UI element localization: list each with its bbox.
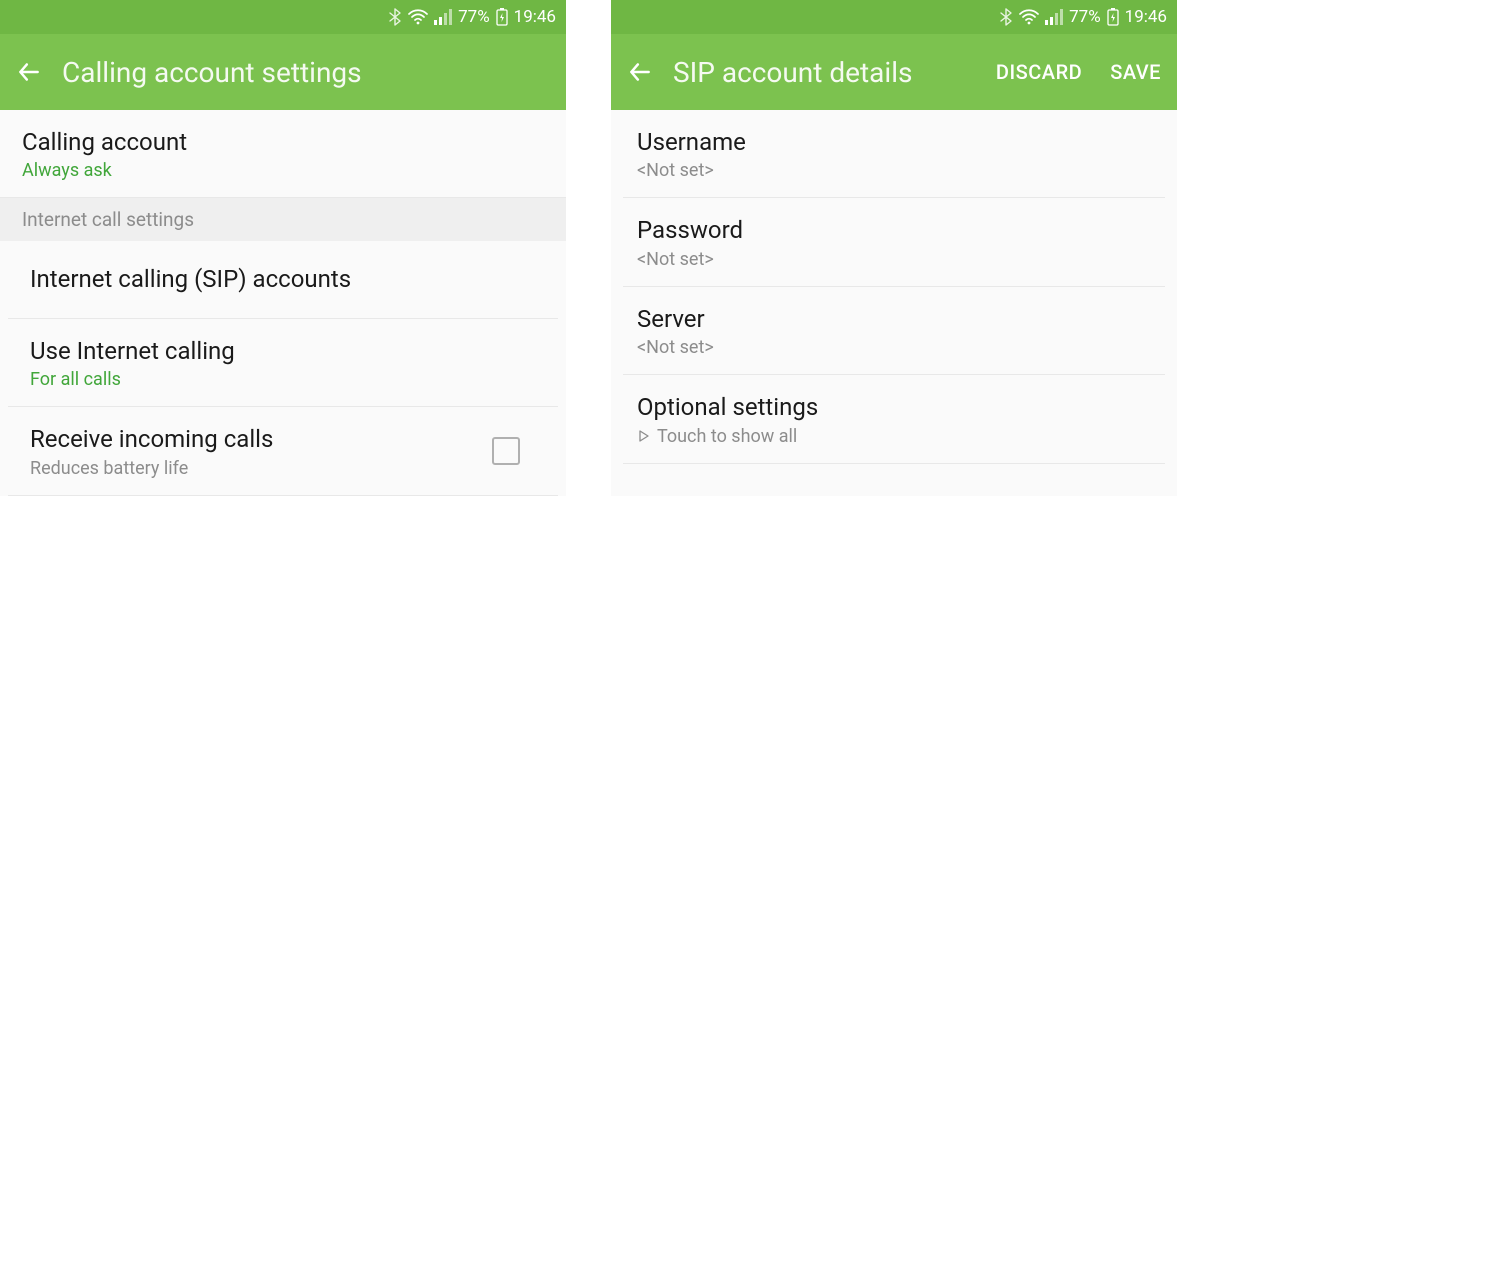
item-label: Receive incoming calls xyxy=(30,423,492,455)
wifi-icon xyxy=(1019,9,1039,25)
clock: 19:46 xyxy=(514,7,556,27)
screen-sip-account-details: 77% 19:46 SIP account details DISCARD SA… xyxy=(611,0,1177,496)
field-label: Server xyxy=(637,303,1151,335)
signal-icon xyxy=(434,9,452,25)
field-label: Password xyxy=(637,214,1151,246)
settings-list: Calling account Always ask Internet call… xyxy=(0,110,566,496)
clock: 19:46 xyxy=(1125,7,1167,27)
bluetooth-icon xyxy=(999,8,1013,26)
save-button[interactable]: SAVE xyxy=(1110,60,1161,84)
optional-sub-text: Touch to show all xyxy=(657,426,797,447)
status-bar: 77% 19:46 xyxy=(0,0,566,34)
item-label: Calling account xyxy=(22,126,544,158)
field-label: Optional settings xyxy=(637,391,1151,423)
item-value: For all calls xyxy=(30,369,536,390)
battery-percent: 77% xyxy=(1069,7,1101,27)
back-button[interactable] xyxy=(16,59,42,85)
field-password[interactable]: Password <Not set> xyxy=(623,198,1165,286)
item-sub: Reduces battery life xyxy=(30,458,492,479)
field-username[interactable]: Username <Not set> xyxy=(623,110,1165,198)
field-sub: Touch to show all xyxy=(637,426,1151,447)
sip-form: Username <Not set> Password <Not set> Se… xyxy=(611,110,1177,496)
item-sip-accounts[interactable]: Internet calling (SIP) accounts xyxy=(8,241,558,318)
receive-incoming-checkbox[interactable] xyxy=(492,437,520,465)
discard-button[interactable]: DISCARD xyxy=(996,60,1082,84)
field-label: Username xyxy=(637,126,1151,158)
field-server[interactable]: Server <Not set> xyxy=(623,287,1165,375)
signal-icon xyxy=(1045,9,1063,25)
battery-charging-icon xyxy=(1107,8,1119,26)
app-bar: Calling account settings xyxy=(0,34,566,110)
field-value: <Not set> xyxy=(637,337,1151,358)
item-receive-incoming[interactable]: Receive incoming calls Reduces battery l… xyxy=(8,407,558,495)
battery-percent: 77% xyxy=(458,7,490,27)
field-value: <Not set> xyxy=(637,160,1151,181)
item-value: Always ask xyxy=(22,160,544,181)
wifi-icon xyxy=(408,9,428,25)
bluetooth-icon xyxy=(388,8,402,26)
battery-charging-icon xyxy=(496,8,508,26)
app-bar: SIP account details DISCARD SAVE xyxy=(611,34,1177,110)
status-bar: 77% 19:46 xyxy=(611,0,1177,34)
section-header-internet: Internet call settings xyxy=(0,198,566,241)
item-calling-account[interactable]: Calling account Always ask xyxy=(0,110,566,198)
expand-icon xyxy=(637,429,651,443)
back-button[interactable] xyxy=(627,59,653,85)
field-value: <Not set> xyxy=(637,249,1151,270)
screen-calling-account-settings: 77% 19:46 Calling account settings Calli… xyxy=(0,0,566,496)
item-optional-settings[interactable]: Optional settings Touch to show all xyxy=(623,375,1165,463)
item-label: Internet calling (SIP) accounts xyxy=(30,263,536,295)
item-label: Use Internet calling xyxy=(30,335,536,367)
page-title: Calling account settings xyxy=(62,56,550,89)
page-title: SIP account details xyxy=(673,56,976,89)
item-use-internet-calling[interactable]: Use Internet calling For all calls xyxy=(8,319,558,407)
